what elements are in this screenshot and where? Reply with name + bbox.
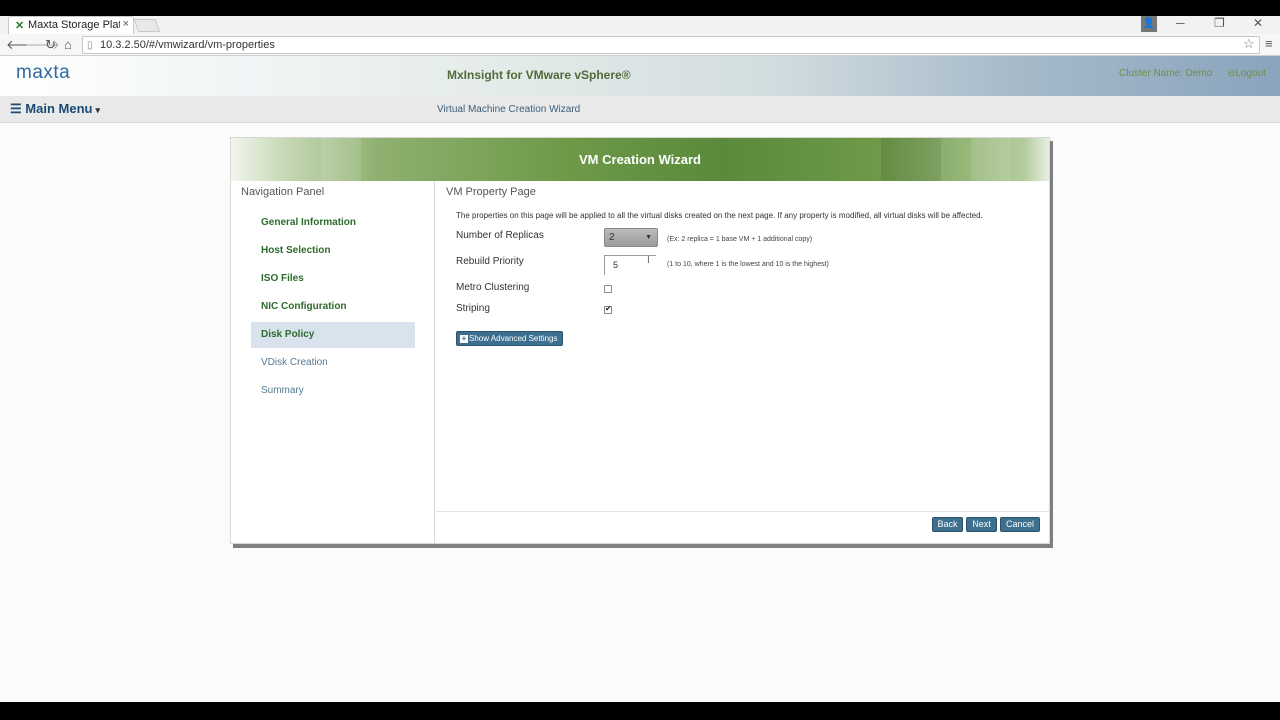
- nav-item-summary[interactable]: Summary: [251, 378, 415, 404]
- wizard-title: VM Creation Wizard: [579, 152, 701, 167]
- advanced-settings-label: Show Advanced Settings: [469, 334, 558, 343]
- nav-item-vdisk-creation[interactable]: VDisk Creation: [251, 350, 415, 376]
- nav-item-general-information[interactable]: General Information: [251, 210, 415, 236]
- logout-link[interactable]: ⊖Logout: [1227, 68, 1266, 79]
- text-cursor-icon: I: [647, 255, 650, 266]
- profile-icon[interactable]: 👤: [1141, 16, 1157, 32]
- app-title: MxInsight for VMware vSphere®: [447, 68, 631, 82]
- striping-label: Striping: [456, 303, 490, 314]
- breadcrumb: Virtual Machine Creation Wizard: [437, 104, 581, 115]
- new-tab-button[interactable]: [133, 19, 161, 32]
- metro-clustering-label: Metro Clustering: [456, 282, 530, 293]
- browser-tab-strip: ✕ Maxta Storage Platfo × 👤 ─ ❐ ✕: [0, 16, 1280, 34]
- metro-clustering-checkbox[interactable]: [604, 285, 612, 293]
- restore-icon[interactable]: ❐: [1214, 16, 1225, 30]
- page-note: The properties on this page will be appl…: [456, 211, 983, 220]
- reload-icon[interactable]: ↻: [45, 37, 56, 53]
- wizard-dialog: VM Creation Wizard Navigation Panel Gene…: [230, 137, 1050, 544]
- address-bar[interactable]: ▯ 10.3.2.50/#/vmwizard/vm-properties: [82, 36, 1260, 54]
- maxta-favicon-icon: ✕: [15, 20, 25, 32]
- replicas-label: Number of Replicas: [456, 230, 544, 241]
- browser-tab[interactable]: ✕ Maxta Storage Platfo ×: [8, 16, 134, 34]
- nav-item-nic-configuration[interactable]: NIC Configuration: [251, 294, 415, 320]
- close-window-icon[interactable]: ✕: [1253, 16, 1263, 30]
- caret-down-icon: ▾: [95, 105, 100, 115]
- main-menu-label: Main Menu: [25, 101, 93, 116]
- screen-bottom-bar: [0, 702, 1280, 720]
- cancel-button[interactable]: Cancel: [1000, 517, 1040, 532]
- browser-menu-icon[interactable]: ≡: [1265, 36, 1273, 51]
- nav-item-iso-files[interactable]: ISO Files: [251, 266, 415, 292]
- nav-item-host-selection[interactable]: Host Selection: [251, 238, 415, 264]
- rebuild-priority-label: Rebuild Priority: [456, 256, 524, 267]
- footer-divider: [436, 511, 1049, 512]
- navigation-panel-title: Navigation Panel: [241, 186, 325, 198]
- cluster-name: Cluster Name: Demo: [1119, 68, 1213, 79]
- rebuild-priority-hint: (1 to 10, where 1 is the lowest and 10 i…: [667, 261, 829, 268]
- browser-toolbar: 🡐 🡒 ↻ ⌂ ▯ 10.3.2.50/#/vmwizard/vm-proper…: [0, 34, 1280, 56]
- show-advanced-settings-button[interactable]: + Show Advanced Settings: [456, 331, 563, 346]
- app-header: maxta MxInsight for VMware vSphere® Clus…: [0, 56, 1280, 96]
- page-viewport: maxta MxInsight for VMware vSphere® Clus…: [0, 56, 1280, 702]
- striping-checkbox[interactable]: ✔: [604, 304, 612, 314]
- wizard-header: VM Creation Wizard: [231, 138, 1049, 181]
- replicas-select[interactable]: 2 ▼: [604, 228, 658, 247]
- bookmark-star-icon[interactable]: ☆: [1243, 36, 1255, 52]
- plus-icon: +: [460, 334, 468, 343]
- page-title: VM Property Page: [446, 186, 536, 198]
- main-menu-button[interactable]: ☰ Main Menu ▾: [10, 101, 100, 117]
- maxta-logo: maxta: [16, 62, 71, 83]
- checkmark-icon: ✔: [605, 304, 612, 313]
- replicas-hint: (Ex: 2 replica = 1 base VM + 1 additiona…: [667, 236, 813, 243]
- navigation-panel: Navigation Panel General Information Hos…: [231, 181, 435, 543]
- home-icon[interactable]: ⌂: [64, 37, 72, 52]
- screen-top-bar: [0, 0, 1280, 16]
- nav-item-disk-policy[interactable]: Disk Policy: [251, 322, 415, 348]
- tab-title: Maxta Storage Platfo: [28, 19, 120, 31]
- chevron-down-icon: ▼: [645, 234, 652, 241]
- url-text: 10.3.2.50/#/vmwizard/vm-properties: [100, 39, 275, 51]
- menu-bar: ☰ Main Menu ▾ Virtual Machine Creation Wi…: [0, 96, 1280, 123]
- list-icon: ☰: [10, 101, 22, 116]
- replicas-value: 2: [609, 232, 615, 243]
- page-icon: ▯: [87, 40, 93, 51]
- next-button[interactable]: Next: [966, 517, 997, 532]
- back-button[interactable]: Back: [932, 517, 963, 532]
- property-page: VM Property Page The properties on this …: [436, 181, 1049, 543]
- tab-close-icon[interactable]: ×: [123, 18, 129, 30]
- minimize-icon[interactable]: ─: [1176, 16, 1185, 30]
